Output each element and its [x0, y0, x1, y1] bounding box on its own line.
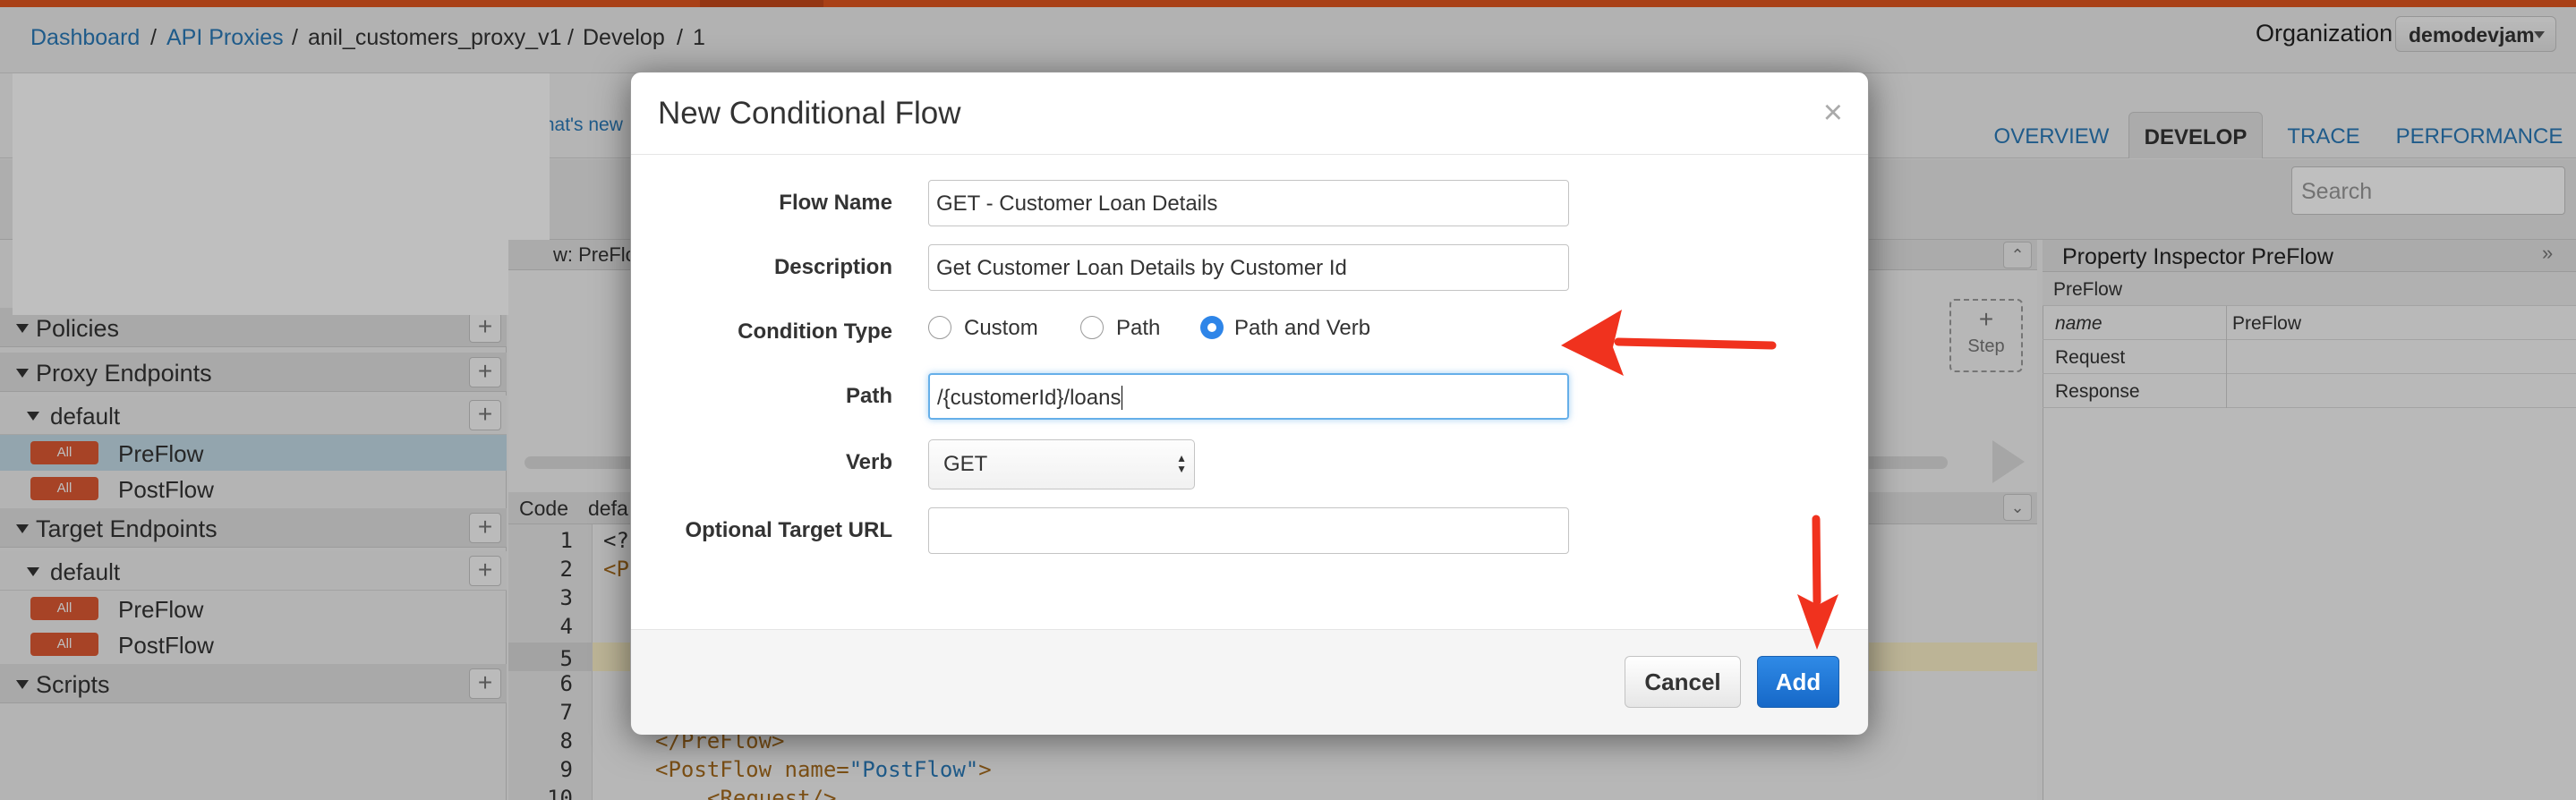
- new-conditional-flow-dialog: New Conditional Flow × Flow Name GET - C…: [630, 72, 1869, 735]
- target-url-field[interactable]: [928, 507, 1569, 554]
- condition-custom-radio[interactable]: [928, 316, 951, 339]
- add-button[interactable]: Add: [1757, 656, 1839, 708]
- dialog-title: New Conditional Flow: [658, 96, 961, 131]
- verb-value: GET: [943, 452, 988, 476]
- flow-name-field[interactable]: GET - Customer Loan Details: [928, 180, 1569, 226]
- cancel-button[interactable]: Cancel: [1625, 656, 1741, 708]
- description-label: Description: [773, 255, 892, 279]
- condition-custom-label[interactable]: Custom: [964, 316, 1038, 341]
- dialog-header: New Conditional Flow ×: [631, 72, 1868, 155]
- verb-label: Verb: [845, 450, 892, 474]
- condition-type-label: Condition Type: [738, 319, 892, 344]
- condition-path-label[interactable]: Path: [1116, 316, 1160, 341]
- updown-arrows-icon: ▲ ▼: [1176, 452, 1187, 475]
- description-field[interactable]: Get Customer Loan Details by Customer Id: [928, 244, 1569, 291]
- close-icon[interactable]: ×: [1823, 94, 1843, 132]
- verb-select[interactable]: GET ▲ ▼: [928, 439, 1195, 489]
- target-url-label: Optional Target URL: [685, 518, 892, 542]
- condition-path-radio[interactable]: [1080, 316, 1104, 339]
- condition-path-and-verb-radio[interactable]: [1200, 316, 1224, 339]
- path-label: Path: [845, 384, 892, 408]
- path-value: /{customerId}/loans: [937, 386, 1122, 410]
- path-field[interactable]: /{customerId}/loans: [928, 373, 1569, 420]
- flow-name-label: Flow Name: [779, 191, 892, 215]
- condition-path-and-verb-label[interactable]: Path and Verb: [1234, 316, 1370, 341]
